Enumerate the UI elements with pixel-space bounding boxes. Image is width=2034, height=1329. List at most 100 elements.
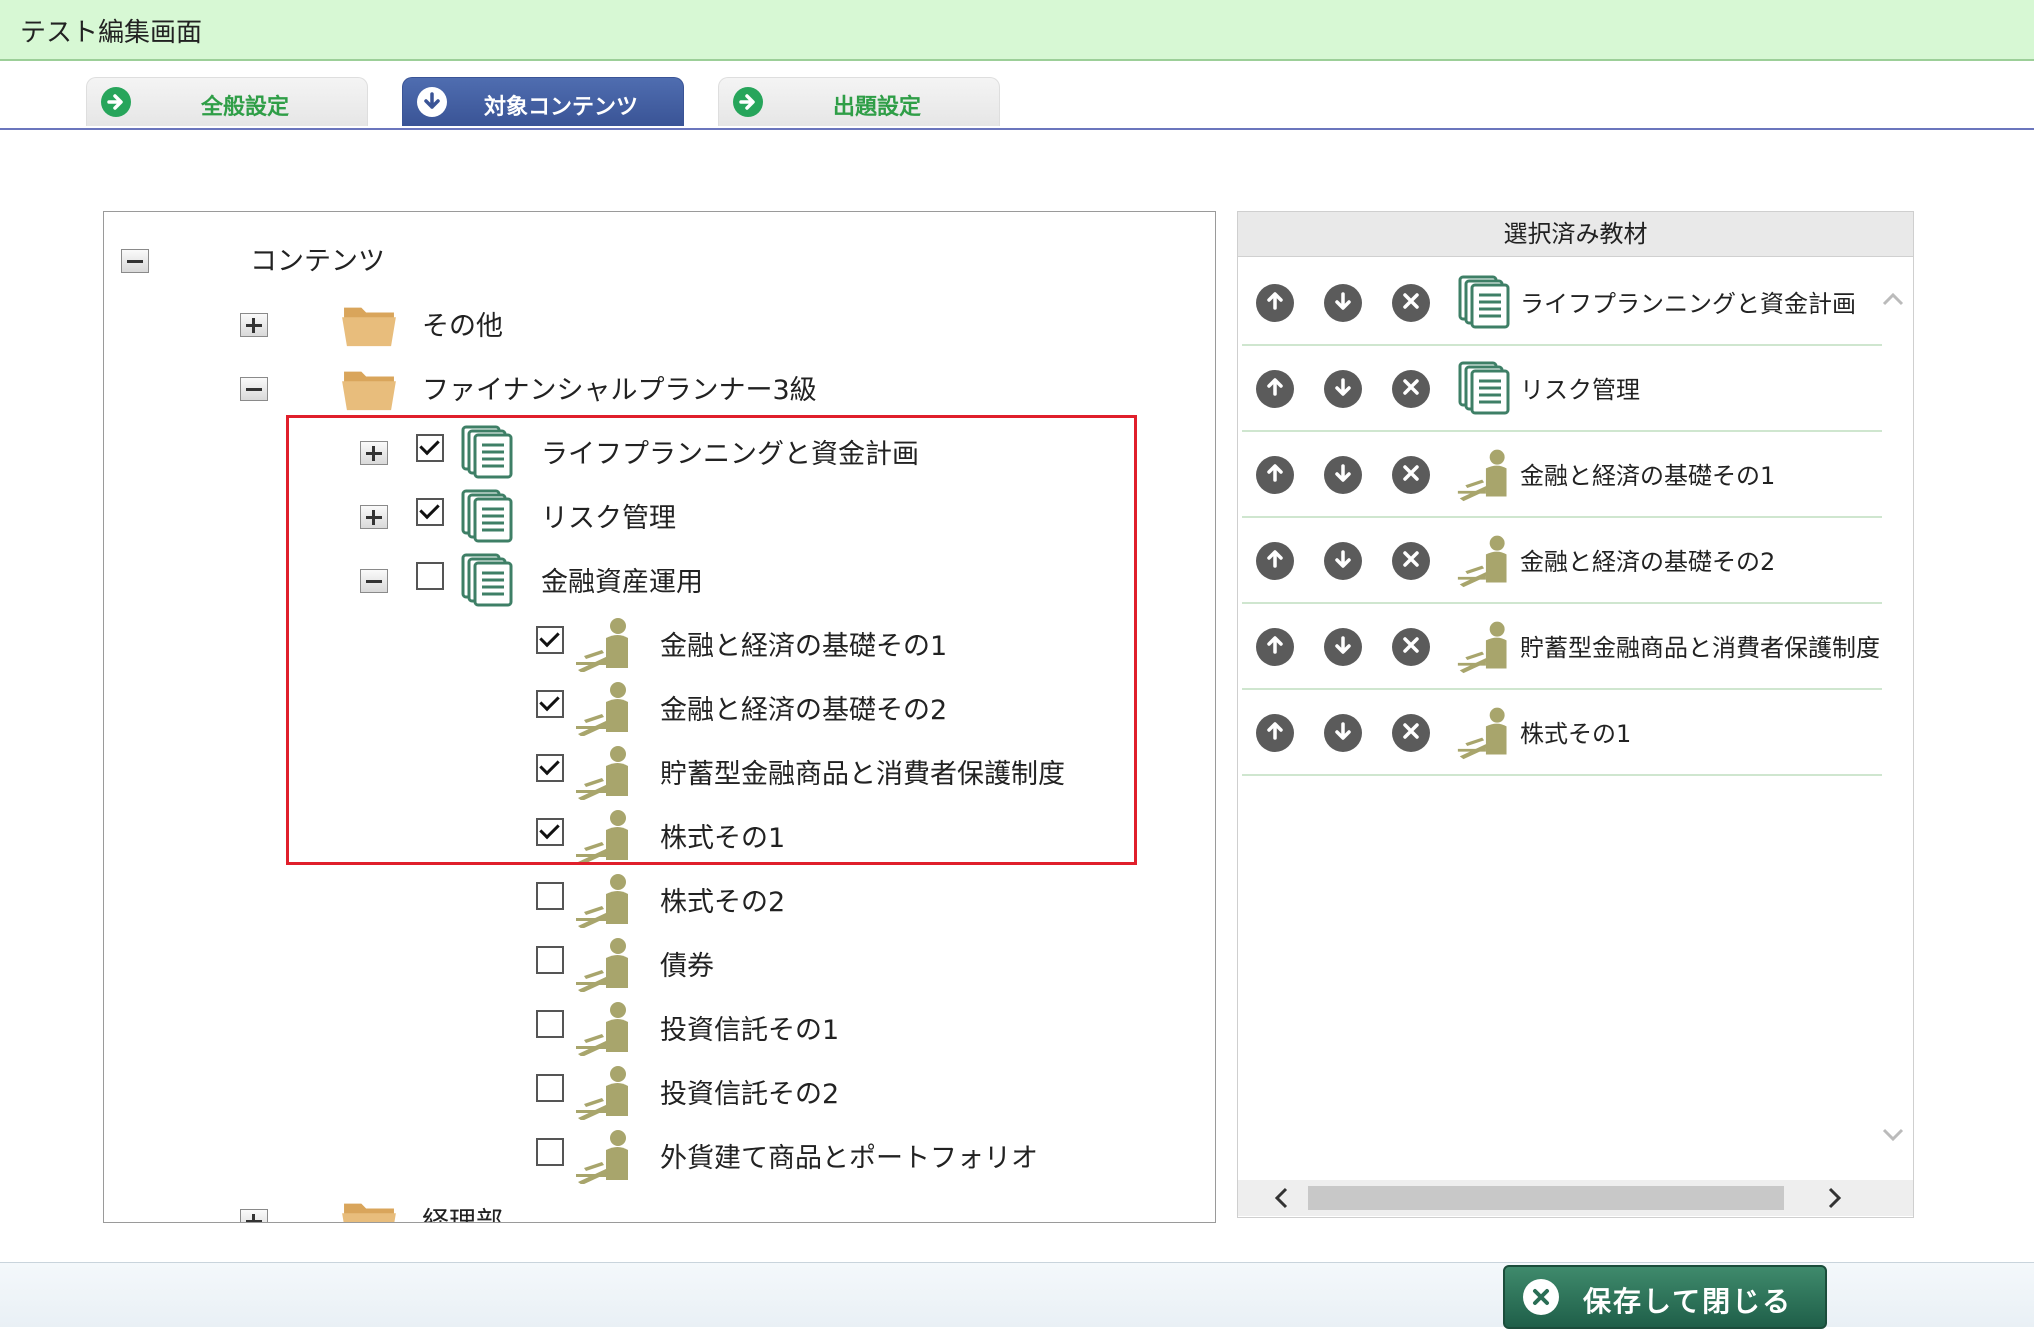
- expand-toggle[interactable]: [240, 313, 268, 337]
- selected-header: 選択済み教材: [1238, 212, 1913, 257]
- arrow-up-circle-icon: [1264, 548, 1286, 574]
- window-title: テスト編集画面: [20, 18, 203, 48]
- arrow-up-circle-icon: [1264, 462, 1286, 488]
- remove-button[interactable]: [1392, 284, 1430, 322]
- remove-button[interactable]: [1392, 628, 1430, 666]
- remove-button[interactable]: [1392, 456, 1430, 494]
- lesson-label: 投資信託その2: [660, 1078, 840, 1110]
- move-down-button[interactable]: [1324, 370, 1362, 408]
- document-icon: [1456, 360, 1514, 416]
- tab-target-contents[interactable]: 対象コンテンツ: [402, 77, 684, 126]
- close-circle-icon: [1401, 377, 1421, 401]
- lesson-label: 株式その2: [660, 886, 786, 918]
- move-up-button[interactable]: [1256, 284, 1294, 322]
- lesson-icon: [574, 1000, 636, 1056]
- tree-lesson[interactable]: 株式その2: [660, 871, 785, 927]
- tree-folder[interactable]: 経理部: [422, 1191, 503, 1223]
- move-up-button[interactable]: [1256, 542, 1294, 580]
- chevron-up-icon[interactable]: [1880, 288, 1906, 310]
- move-down-button[interactable]: [1324, 284, 1362, 322]
- remove-button[interactable]: [1392, 370, 1430, 408]
- arrow-up-circle-icon: [1264, 376, 1286, 402]
- move-down-button[interactable]: [1324, 456, 1362, 494]
- tab-label: 出題設定: [832, 95, 921, 120]
- tab-general-settings[interactable]: 全般設定: [86, 77, 368, 126]
- selected-item-row[interactable]: 貯蓄型金融商品と消費者保護制度: [1242, 604, 1882, 690]
- arrow-up-circle-icon: [1264, 720, 1286, 746]
- tree-root[interactable]: コンテンツ: [250, 230, 385, 286]
- lesson-icon: [1456, 446, 1514, 502]
- lesson-icon: [574, 936, 636, 992]
- scrollbar-thumb[interactable]: [1308, 1186, 1784, 1210]
- chevron-right-icon[interactable]: [1822, 1186, 1846, 1210]
- selected-item-row[interactable]: 金融と経済の基礎その2: [1242, 518, 1882, 604]
- tree-folder[interactable]: ファイナンシャルプランナー3級: [422, 359, 817, 415]
- move-down-button[interactable]: [1324, 628, 1362, 666]
- lesson-icon: [574, 1128, 636, 1184]
- tree-lesson[interactable]: 投資信託その1: [660, 999, 839, 1055]
- arrow-down-circle-icon: [1332, 290, 1354, 316]
- move-up-button[interactable]: [1256, 628, 1294, 666]
- tree-lesson[interactable]: 外貨建て商品とポートフォリオ: [660, 1127, 1038, 1183]
- lesson-checkbox[interactable]: [536, 1138, 564, 1166]
- folder-label: ファイナンシャルプランナー3級: [422, 374, 817, 406]
- lesson-checkbox[interactable]: [536, 1010, 564, 1038]
- move-up-button[interactable]: [1256, 370, 1294, 408]
- lesson-label: 債券: [660, 950, 714, 982]
- selected-materials-panel: 選択済み教材 ライフプランニングと資金計画 リスク管理金融と経済の基礎その1 金融と…: [1237, 211, 1914, 1218]
- tab-question-settings[interactable]: 出題設定: [718, 77, 1000, 126]
- lesson-checkbox[interactable]: [536, 882, 564, 910]
- move-down-button[interactable]: [1324, 542, 1362, 580]
- close-circle-icon: [1401, 721, 1421, 745]
- selected-item-row[interactable]: ライフプランニングと資金計画: [1242, 260, 1882, 346]
- move-down-button[interactable]: [1324, 714, 1362, 752]
- selected-item-row[interactable]: 金融と経済の基礎その1: [1242, 432, 1882, 518]
- lesson-label: 投資信託その1: [660, 1014, 840, 1046]
- lesson-icon: [1456, 704, 1514, 760]
- folder-label: 経理部: [422, 1206, 503, 1223]
- expand-toggle[interactable]: [240, 1209, 268, 1222]
- tree-root-label: コンテンツ: [250, 245, 385, 277]
- collapse-toggle[interactable]: [240, 377, 268, 401]
- selected-item-label: 金融と経済の基礎その1: [1520, 462, 1776, 490]
- close-circle-icon: [1401, 463, 1421, 487]
- save-and-close-button[interactable]: 保存して閉じる: [1503, 1265, 1827, 1329]
- close-circle-icon: [1401, 549, 1421, 573]
- folder-icon: [340, 300, 398, 348]
- move-up-button[interactable]: [1256, 714, 1294, 752]
- tree-lesson[interactable]: 債券: [660, 935, 714, 991]
- save-and-close-label: 保存して閉じる: [1583, 1285, 1793, 1318]
- selected-item-row[interactable]: 株式その1: [1242, 690, 1882, 776]
- selected-item-row[interactable]: リスク管理: [1242, 346, 1882, 432]
- document-icon: [1456, 274, 1514, 330]
- selected-item-label: ライフプランニングと資金計画: [1520, 290, 1856, 318]
- tree-folder[interactable]: その他: [422, 295, 503, 351]
- chevron-down-icon[interactable]: [1880, 1124, 1906, 1146]
- arrow-down-circle-icon: [1332, 634, 1354, 660]
- move-up-button[interactable]: [1256, 456, 1294, 494]
- remove-button[interactable]: [1392, 714, 1430, 752]
- tree-lesson[interactable]: 投資信託その2: [660, 1063, 839, 1119]
- selected-item-label: 貯蓄型金融商品と消費者保護制度: [1520, 634, 1880, 662]
- lesson-label: 外貨建て商品とポートフォリオ: [660, 1142, 1038, 1174]
- folder-icon: [340, 364, 398, 412]
- title-bar: テスト編集画面: [0, 0, 2034, 61]
- lesson-checkbox[interactable]: [536, 1074, 564, 1102]
- collapse-toggle[interactable]: [121, 249, 149, 273]
- arrow-down-circle-icon: [1332, 720, 1354, 746]
- tab-bar: 全般設定 対象コンテンツ 出題設定: [0, 60, 2034, 130]
- lesson-icon: [574, 872, 636, 928]
- remove-button[interactable]: [1392, 542, 1430, 580]
- close-circle-icon: [1401, 291, 1421, 315]
- lesson-checkbox[interactable]: [536, 946, 564, 974]
- lesson-icon: [574, 1064, 636, 1120]
- folder-label: その他: [422, 310, 503, 342]
- arrow-down-circle-icon: [1332, 376, 1354, 402]
- arrow-up-circle-icon: [1264, 290, 1286, 316]
- selected-item-label: リスク管理: [1520, 376, 1640, 404]
- chevron-left-icon[interactable]: [1270, 1186, 1294, 1210]
- tab-label: 対象コンテンツ: [483, 95, 638, 120]
- arrow-down-circle-icon: [1332, 462, 1354, 488]
- selected-hscrollbar[interactable]: [1238, 1180, 1913, 1216]
- arrow-down-circle-icon: [1332, 548, 1354, 574]
